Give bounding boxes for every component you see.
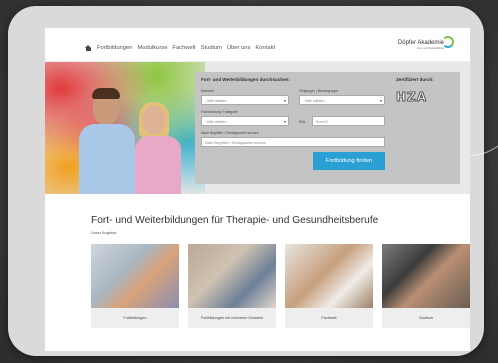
hero-woman-head (143, 106, 165, 134)
keyword-placeholder: Nach Begriffen / Schlagworten suchen (205, 140, 267, 145)
card-image (382, 244, 470, 308)
hza-mark: HZA (395, 90, 428, 105)
screen: Fortbildungen Modulkurse Fachwelt Studiu… (45, 28, 470, 351)
tablet-device: Fortbildungen Modulkurse Fachwelt Studiu… (8, 6, 498, 356)
hero-banner: Fort- und Weiterbildungen durchsuchen: S… (45, 62, 470, 194)
card-label: Fortbildungen mit mehreren Modulen (188, 308, 276, 328)
home-icon[interactable] (85, 45, 92, 51)
logo-name: Döpfer Akademie (397, 40, 444, 46)
fachrichtung-value: - bitte wählen - (205, 119, 229, 124)
card-label: Fortbildungen (91, 308, 179, 328)
logo[interactable]: Döpfer Akademie Fort- und Weiterbildung (392, 36, 454, 56)
stage: Fortbildungen Modulkurse Fachwelt Studiu… (0, 0, 498, 363)
hero-image (45, 62, 205, 194)
standort-value: - bitte wählen - (205, 98, 229, 103)
search-panel: Fort- und Weiterbildungen durchsuchen: S… (195, 72, 460, 184)
page-title: Fort- und Weiterbildungen für Therapie- … (91, 215, 379, 226)
chevron-down-icon: ▾ (283, 97, 286, 103)
id-label: ID# (299, 119, 306, 124)
offer-cards: Fortbildungen Fortbildungen mit mehreren… (91, 244, 470, 336)
hero-man-body (79, 124, 135, 194)
card-image (188, 244, 276, 308)
card-fortbildungen[interactable]: Fortbildungen (91, 244, 179, 332)
card-label: Studium (382, 308, 470, 328)
standort-select[interactable]: - bitte wählen - ▾ (201, 95, 289, 105)
fachrichtung-select[interactable]: - bitte wählen - ▾ (201, 116, 289, 126)
offer-subtitle: Unser Angebot: (91, 231, 118, 235)
zielgruppe-select[interactable]: - bitte wählen - ▾ (299, 95, 385, 105)
card-fachwelt[interactable]: Fachwelt (285, 244, 373, 332)
keyword-label: Nach Begriffen / Schlagworten suchen (201, 131, 259, 135)
header: Fortbildungen Modulkurse Fachwelt Studiu… (45, 28, 470, 62)
hero-man-hair (92, 88, 120, 99)
zielgruppe-value: - bitte wählen - (303, 98, 327, 103)
kurs-id-placeholder: Kurs ID (316, 119, 328, 124)
main-nav: Fortbildungen Modulkurse Fachwelt Studiu… (85, 45, 275, 51)
certified-label: Zertifiziert durch: (396, 77, 434, 82)
nav-item-fachwelt[interactable]: Fachwelt (172, 45, 195, 51)
nav-item-studium[interactable]: Studium (201, 45, 222, 51)
card-modulkurse[interactable]: Fortbildungen mit mehreren Modulen (188, 244, 276, 332)
hza-certification-logo: HZA (395, 88, 430, 106)
fachrichtung-label: Fachrichtung / Kategorie (201, 110, 238, 114)
nav-item-ueber-uns[interactable]: Über uns (227, 45, 251, 51)
nav-item-modulkurse[interactable]: Modulkurse (137, 45, 167, 51)
card-studium[interactable]: Studium (382, 244, 470, 332)
hero-woman-body (135, 136, 181, 194)
zielgruppe-label: Zielgruppe | Berufsgruppe (299, 89, 339, 93)
fortbildung-finden-button[interactable]: Fortbildung finden (313, 152, 385, 170)
search-heading: Fort- und Weiterbildungen durchsuchen: (201, 77, 290, 82)
logo-arc-icon (442, 36, 454, 48)
nav-item-fortbildungen[interactable]: Fortbildungen (97, 45, 132, 51)
card-image (91, 244, 179, 308)
standort-label: Standort (201, 89, 214, 93)
chevron-down-icon: ▾ (379, 97, 382, 103)
chevron-down-icon: ▾ (283, 118, 286, 124)
card-image (285, 244, 373, 308)
nav-item-kontakt[interactable]: Kontakt (255, 45, 275, 51)
logo-subtitle: Fort- und Weiterbildung (416, 47, 444, 50)
keyword-input[interactable]: Nach Begriffen / Schlagworten suchen (201, 137, 385, 147)
card-label: Fachwelt (285, 308, 373, 328)
kurs-id-input[interactable]: Kurs ID (312, 116, 385, 126)
